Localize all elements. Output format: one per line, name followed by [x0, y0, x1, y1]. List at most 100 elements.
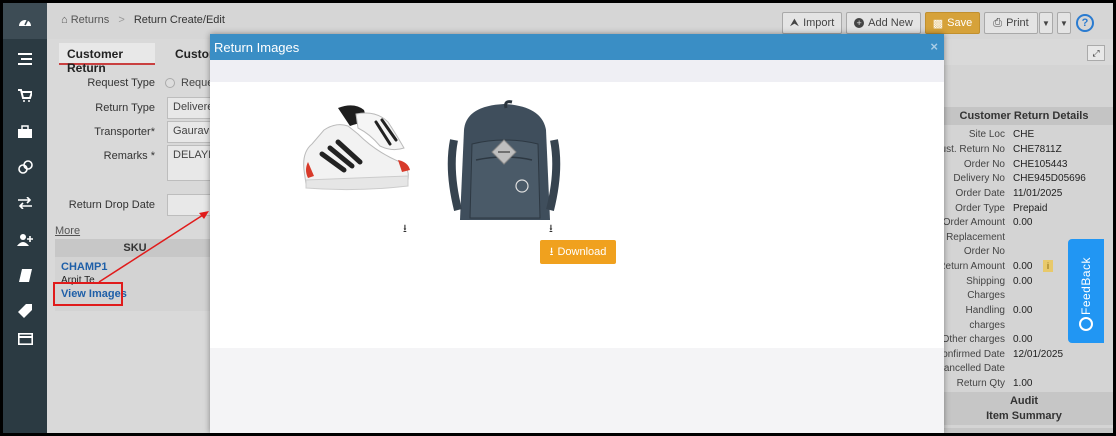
return-type-select[interactable]: Delivere: [167, 97, 215, 119]
request-type-radio[interactable]: [165, 78, 175, 88]
detail-key: Return Amount: [938, 261, 1005, 272]
audit-section[interactable]: Audit: [935, 392, 1113, 410]
app-frame: ⌂ Returns > Return Create/Edit ⮝ Import …: [3, 3, 1113, 433]
details-title: Customer Return Details: [935, 107, 1113, 125]
detail-row: Delivery No CHE945D05696: [935, 173, 1113, 187]
return-drop-date-input[interactable]: [167, 194, 215, 216]
save-button[interactable]: ▩ Save: [925, 12, 980, 34]
print-label: Print: [1006, 17, 1029, 29]
sidebar: [3, 3, 47, 433]
credit-card-icon[interactable]: [3, 321, 47, 357]
detail-value: 12/01/2025: [1013, 349, 1064, 360]
caret-down-icon: ▼: [1042, 18, 1050, 28]
backpack-image[interactable]: [446, 100, 562, 222]
detail-row: Order Date 11/01/2025: [935, 188, 1113, 202]
caret-down-icon: ▼: [1060, 18, 1068, 28]
detail-value: 0.00: [1013, 334, 1033, 345]
briefcase-icon[interactable]: [3, 113, 47, 149]
detail-key: Charges: [967, 290, 1005, 301]
add-new-button[interactable]: + Add New: [846, 12, 921, 34]
more-link[interactable]: More: [55, 225, 80, 237]
download-icon: ⭳: [549, 245, 554, 258]
modal-header: Return Images ×: [210, 34, 944, 60]
download-label: Download: [557, 246, 607, 258]
detail-value: CHE7811Z: [1013, 144, 1062, 155]
sneaker-image[interactable]: [296, 100, 416, 196]
print-button[interactable]: ⎙ Print: [984, 12, 1038, 34]
info-icon[interactable]: i: [1043, 260, 1053, 272]
return-type-label: Return Type: [95, 102, 155, 114]
detail-key: onfirmed Date: [942, 349, 1005, 360]
add-new-label: Add New: [868, 17, 913, 29]
breadcrumb-returns[interactable]: Returns: [71, 14, 110, 26]
home-icon[interactable]: ⌂: [61, 14, 68, 26]
download-button[interactable]: ⭳ Download: [540, 240, 616, 264]
detail-value: 0.00: [1013, 261, 1033, 272]
detail-value: CHE: [1013, 129, 1035, 140]
detail-key: Shipping: [966, 276, 1005, 287]
detail-key: ancelled Date: [943, 363, 1005, 374]
breadcrumb-current: Return Create/Edit: [133, 14, 225, 26]
download-icon[interactable]: ⭳: [403, 220, 407, 239]
detail-key: Order Type: [955, 203, 1005, 214]
import-label: Import: [803, 17, 835, 29]
download-icon[interactable]: ⭳: [549, 220, 553, 239]
detail-row: onfirmed Date 12/01/2025: [935, 349, 1113, 363]
detail-value: CHE945D05696: [1013, 173, 1086, 184]
import-button[interactable]: ⮝ Import: [782, 12, 842, 34]
feedback-button[interactable]: FeedBack: [1068, 239, 1104, 343]
expand-icon[interactable]: ⤢: [1087, 45, 1105, 61]
detail-value: 0.00: [1013, 305, 1033, 316]
detail-value: Prepaid: [1013, 203, 1048, 214]
detail-row: Order Type Prepaid: [935, 203, 1113, 217]
print-icon: ⎙: [993, 16, 1003, 29]
remarks-textarea[interactable]: DELAYE: [167, 145, 215, 181]
detail-row: ancelled Date: [935, 363, 1113, 377]
detail-key: Order Amount: [942, 217, 1005, 228]
coins-icon[interactable]: [3, 149, 47, 185]
detail-row: Site Loc CHE: [935, 129, 1113, 143]
detail-key: Return Qty: [956, 378, 1005, 389]
detail-key: Other charges: [941, 334, 1005, 345]
user-add-icon[interactable]: [3, 221, 47, 257]
list-icon[interactable]: [3, 41, 47, 77]
detail-row: Order No CHE105443: [935, 159, 1113, 173]
sku-column-header: SKU: [55, 239, 215, 257]
detail-key: Delivery No: [953, 173, 1005, 184]
feedback-chat-icon: [1079, 317, 1093, 331]
detail-key: Site Loc: [968, 129, 1005, 140]
detail-key: Replacement: [946, 232, 1005, 243]
return-drop-date-label: Return Drop Date: [68, 199, 155, 211]
breadcrumb-separator: >: [118, 14, 125, 26]
return-images-modal: Return Images × ⭳ ⭳ ⭳ Download: [210, 34, 944, 433]
modal-footer: [210, 348, 944, 433]
annotation-highlight-box: [53, 282, 123, 306]
cart-icon[interactable]: [3, 77, 47, 113]
request-type-value[interactable]: Reque: [181, 77, 213, 89]
detail-value: 1.00: [1013, 378, 1033, 389]
save-label: Save: [947, 17, 973, 29]
detail-row: Return Qty 1.00: [935, 378, 1113, 392]
detail-key: Order No: [963, 246, 1005, 257]
book-icon[interactable]: [3, 257, 47, 293]
transfer-icon[interactable]: [3, 185, 47, 221]
help-icon[interactable]: ?: [1076, 14, 1094, 32]
transporter-label: Transporter*: [94, 126, 155, 138]
detail-key: charges: [969, 320, 1005, 331]
breadcrumb: ⌂ Returns > Return Create/Edit: [61, 14, 225, 26]
tab-customer-return[interactable]: Customer Return: [59, 43, 155, 75]
request-type-label: Request Type: [87, 77, 155, 89]
detail-value: 11/01/2025: [1013, 188, 1063, 199]
sku-code-link[interactable]: CHAMP1: [61, 261, 107, 273]
transporter-input[interactable]: Gaurav: [167, 121, 215, 143]
detail-value: CHE105443: [1013, 159, 1068, 170]
dashboard-icon[interactable]: [3, 3, 47, 39]
more-dropdown-button[interactable]: ▼: [1057, 12, 1071, 34]
print-dropdown-button[interactable]: ▼: [1039, 12, 1053, 34]
modal-title: Return Images: [214, 40, 300, 55]
detail-row: ust. Return No CHE7811Z: [935, 144, 1113, 158]
upload-icon: ⮝: [789, 16, 800, 29]
remarks-label: Remarks *: [103, 150, 155, 162]
detail-value: 0.00: [1013, 276, 1033, 287]
close-icon[interactable]: ×: [930, 39, 938, 54]
